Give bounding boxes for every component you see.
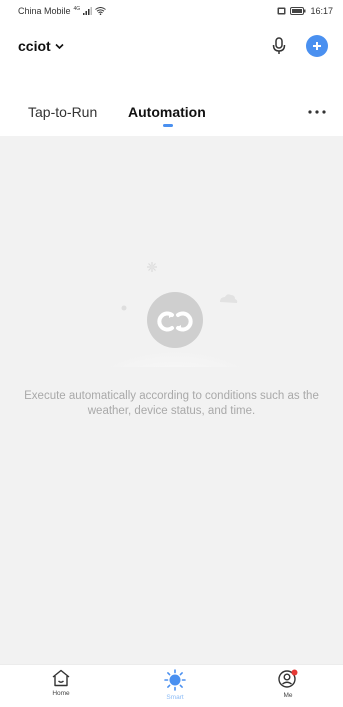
microphone-icon (272, 37, 286, 54)
automation-empty-illustration (103, 262, 247, 367)
active-tab-indicator (163, 124, 173, 127)
home-selector[interactable]: cciot (18, 38, 64, 54)
status-right: 16:17 (277, 6, 333, 16)
plus-icon (313, 42, 321, 50)
bottom-navigation: Home Smart Me (0, 664, 343, 707)
scene-tabs: Tap-to-Run Automation (0, 100, 343, 136)
nav-label-smart: Smart (166, 694, 184, 701)
status-bar: China Mobile 4G 16:17 (0, 0, 343, 22)
home-icon (52, 669, 70, 687)
tab-automation[interactable]: Automation (128, 104, 206, 120)
me-icon (278, 669, 298, 688)
notification-badge (291, 669, 298, 676)
nav-item-me[interactable]: Me (258, 669, 318, 699)
carrier-name: China Mobile (18, 6, 71, 16)
nav-item-home[interactable]: Home (31, 669, 91, 697)
tab-tap-to-run[interactable]: Tap-to-Run (28, 104, 97, 120)
empty-state-message: Execute automatically according to condi… (24, 390, 319, 417)
nfc-icon (277, 7, 286, 15)
signal-icon (83, 7, 93, 15)
clock-time: 16:17 (310, 6, 333, 16)
home-name: cciot (18, 38, 51, 54)
add-automation-button[interactable] (306, 35, 328, 57)
nav-label-home: Home (52, 690, 70, 697)
status-left: China Mobile 4G (18, 6, 107, 16)
more-options-button[interactable] (305, 100, 329, 124)
smart-sun-icon (164, 669, 186, 691)
app-header (0, 22, 343, 108)
network-type: 4G (73, 6, 81, 12)
voice-input-button[interactable] (268, 35, 290, 57)
nav-item-smart[interactable]: Smart (145, 669, 205, 701)
wifi-icon (95, 7, 107, 15)
battery-icon (290, 7, 306, 15)
nav-label-me: Me (283, 692, 293, 699)
chevron-down-icon (55, 43, 64, 49)
more-dots-icon (308, 110, 326, 114)
